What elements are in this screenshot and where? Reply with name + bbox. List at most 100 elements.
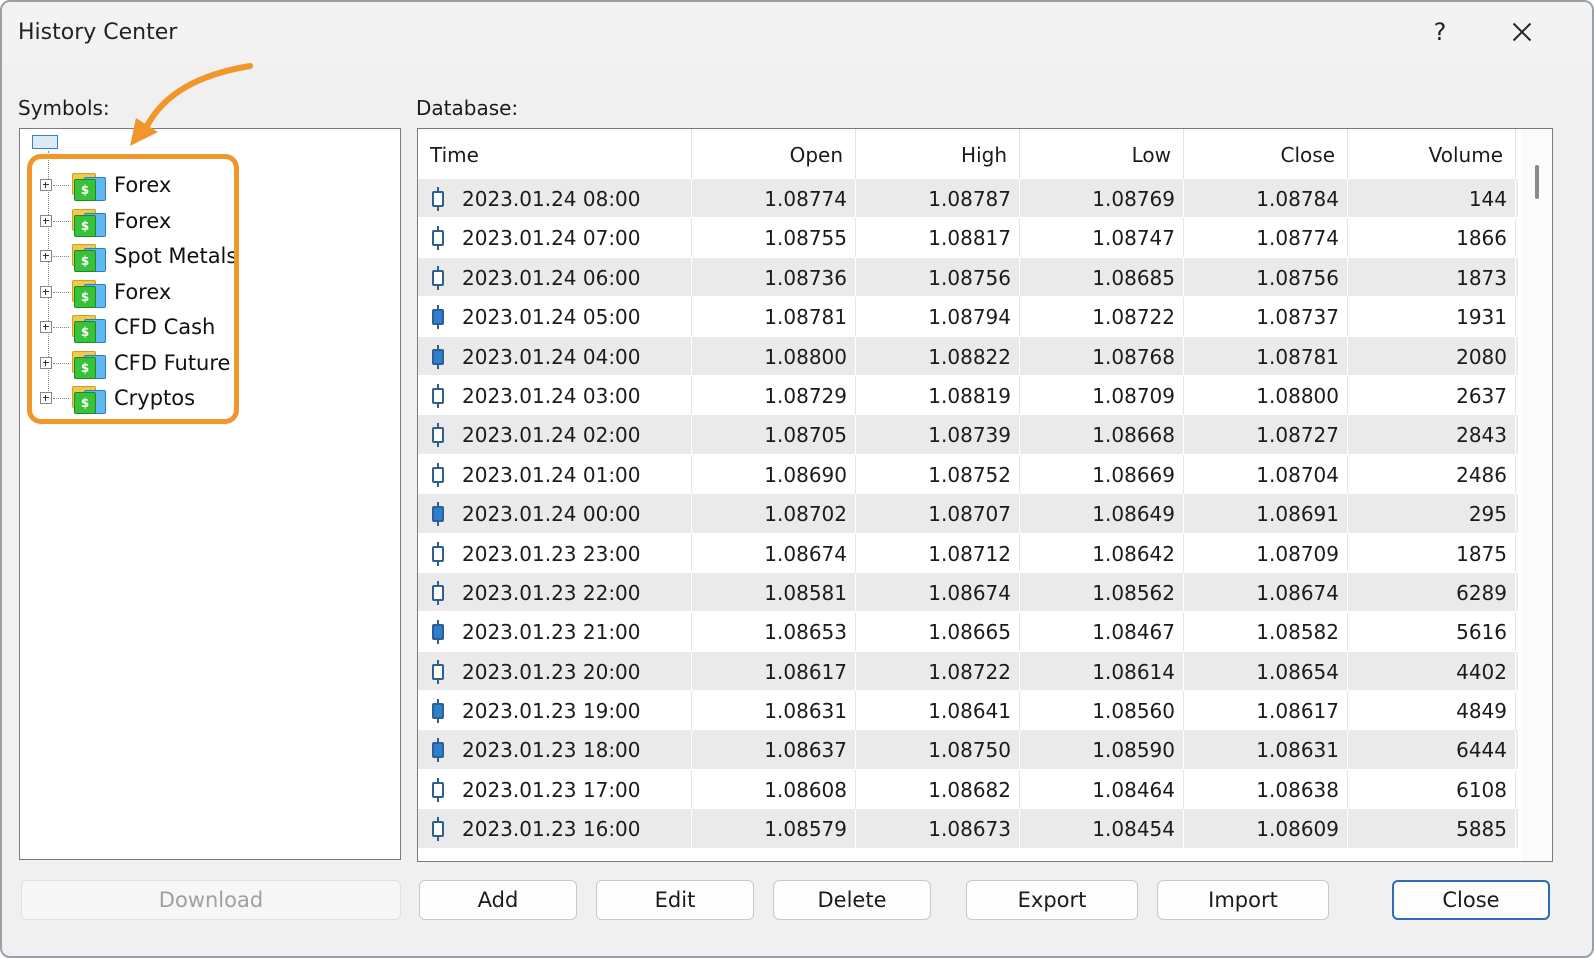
column-high[interactable]: High bbox=[856, 129, 1020, 179]
delete-button[interactable]: Delete bbox=[773, 880, 931, 920]
table-row[interactable]: 2023.01.24 00:00 1.08702 1.08707 1.08649 1.0… bbox=[418, 494, 1518, 534]
close-cell: 1.08800 bbox=[1184, 375, 1348, 415]
close-icon[interactable] bbox=[1502, 12, 1542, 52]
export-button[interactable]: Export bbox=[966, 880, 1138, 920]
table-row[interactable]: 2023.01.24 06:00 1.08736 1.08756 1.08685 1.0… bbox=[418, 257, 1518, 298]
table-row[interactable]: 2023.01.23 23:00 1.08674 1.08712 1.08642 1.0… bbox=[418, 533, 1518, 573]
time-value: 2023.01.23 19:00 bbox=[462, 699, 641, 724]
candle-icon bbox=[432, 699, 444, 724]
close-cell: 1.08704 bbox=[1184, 454, 1348, 494]
column-close[interactable]: Close bbox=[1184, 129, 1348, 179]
close-cell: 1.08709 bbox=[1184, 533, 1348, 573]
low-cell: 1.08669 bbox=[1020, 454, 1184, 494]
candle-icon bbox=[432, 423, 444, 448]
time-cell: 2023.01.24 03:00 bbox=[418, 375, 692, 415]
close-cell: 1.08582 bbox=[1184, 612, 1348, 652]
table-row[interactable]: 2023.01.23 22:00 1.08581 1.08674 1.08562 1.0… bbox=[418, 572, 1518, 613]
table-row[interactable]: 2023.01.24 04:00 1.08800 1.08822 1.08768 1.0… bbox=[418, 336, 1518, 376]
table-row[interactable]: 2023.01.24 03:00 1.08729 1.08819 1.08709 1.0… bbox=[418, 375, 1518, 416]
database-table[interactable]: Time Open High Low Close Volume 2023.01.… bbox=[417, 128, 1553, 862]
table-row[interactable]: 2023.01.24 08:00 1.08774 1.08787 1.08769 1.0… bbox=[418, 179, 1518, 219]
column-volume[interactable]: Volume bbox=[1348, 129, 1516, 179]
time-value: 2023.01.23 16:00 bbox=[462, 817, 641, 842]
download-button[interactable]: Download bbox=[21, 880, 401, 920]
vertical-scrollbar[interactable] bbox=[1522, 129, 1552, 861]
time-cell: 2023.01.24 02:00 bbox=[418, 415, 692, 455]
column-open[interactable]: Open bbox=[692, 129, 856, 179]
arrow-icon bbox=[130, 63, 253, 146]
candle-icon bbox=[432, 659, 444, 684]
close-cell: 1.08691 bbox=[1184, 494, 1348, 534]
low-cell: 1.08562 bbox=[1020, 572, 1184, 612]
open-cell: 1.08755 bbox=[692, 218, 856, 258]
close-cell: 1.08784 bbox=[1184, 179, 1348, 218]
volume-cell: 2080 bbox=[1348, 336, 1516, 376]
high-cell: 1.08752 bbox=[856, 454, 1020, 494]
high-cell: 1.08739 bbox=[856, 415, 1020, 455]
import-button[interactable]: Import bbox=[1157, 880, 1329, 920]
help-button[interactable]: ? bbox=[1420, 12, 1460, 52]
volume-cell: 1866 bbox=[1348, 218, 1516, 258]
low-cell: 1.08769 bbox=[1020, 179, 1184, 218]
candle-icon bbox=[432, 738, 444, 763]
candle-icon bbox=[432, 817, 444, 842]
candle-icon bbox=[432, 344, 444, 369]
close-button[interactable]: Close bbox=[1392, 880, 1550, 920]
time-cell: 2023.01.24 00:00 bbox=[418, 494, 692, 534]
time-cell: 2023.01.24 08:00 bbox=[418, 179, 692, 218]
low-cell: 1.08709 bbox=[1020, 375, 1184, 415]
low-cell: 1.08747 bbox=[1020, 218, 1184, 258]
time-cell: 2023.01.23 18:00 bbox=[418, 730, 692, 770]
close-cell: 1.08756 bbox=[1184, 257, 1348, 297]
history-center-window: History Center ? Symbols: Database: $ For… bbox=[0, 0, 1594, 958]
time-value: 2023.01.24 00:00 bbox=[462, 502, 641, 527]
open-cell: 1.08690 bbox=[692, 454, 856, 494]
high-cell: 1.08817 bbox=[856, 218, 1020, 258]
table-row[interactable]: 2023.01.24 02:00 1.08705 1.08739 1.08668 1.0… bbox=[418, 415, 1518, 455]
add-button[interactable]: Add bbox=[419, 880, 577, 920]
high-cell: 1.08787 bbox=[856, 179, 1020, 218]
time-cell: 2023.01.23 22:00 bbox=[418, 572, 692, 612]
time-value: 2023.01.24 06:00 bbox=[462, 265, 641, 290]
table-row[interactable]: 2023.01.23 17:00 1.08608 1.08682 1.08464 1.0… bbox=[418, 769, 1518, 810]
time-value: 2023.01.23 23:00 bbox=[462, 541, 641, 566]
open-cell: 1.08674 bbox=[692, 533, 856, 573]
high-cell: 1.08665 bbox=[856, 612, 1020, 652]
low-cell: 1.08642 bbox=[1020, 533, 1184, 573]
high-cell: 1.08641 bbox=[856, 691, 1020, 731]
time-value: 2023.01.24 02:00 bbox=[462, 423, 641, 448]
table-row[interactable]: 2023.01.24 01:00 1.08690 1.08752 1.08669 1.0… bbox=[418, 454, 1518, 495]
root-folder-icon[interactable] bbox=[32, 135, 58, 149]
table-row[interactable]: 2023.01.24 05:00 1.08781 1.08794 1.08722 1.0… bbox=[418, 297, 1518, 337]
low-cell: 1.08685 bbox=[1020, 257, 1184, 297]
volume-cell: 5616 bbox=[1348, 612, 1516, 652]
column-low[interactable]: Low bbox=[1020, 129, 1184, 179]
table-row[interactable]: 2023.01.23 20:00 1.08617 1.08722 1.08614 1.0… bbox=[418, 651, 1518, 692]
low-cell: 1.08454 bbox=[1020, 809, 1184, 849]
window-title: History Center bbox=[18, 20, 178, 45]
table-row[interactable]: 2023.01.23 18:00 1.08637 1.08750 1.08590 1.0… bbox=[418, 730, 1518, 770]
table-row[interactable]: 2023.01.23 21:00 1.08653 1.08665 1.08467 1.0… bbox=[418, 612, 1518, 652]
open-cell: 1.08608 bbox=[692, 769, 856, 809]
table-row[interactable]: 2023.01.24 07:00 1.08755 1.08817 1.08747 1.0… bbox=[418, 218, 1518, 258]
title-bar: History Center ? bbox=[2, 2, 1592, 64]
time-value: 2023.01.24 01:00 bbox=[462, 462, 641, 487]
table-row[interactable]: 2023.01.23 19:00 1.08631 1.08641 1.08560 1.0… bbox=[418, 691, 1518, 731]
table-row[interactable]: 2023.01.23 16:00 1.08579 1.08673 1.08454 1.0… bbox=[418, 809, 1518, 849]
high-cell: 1.08756 bbox=[856, 257, 1020, 297]
time-cell: 2023.01.23 19:00 bbox=[418, 691, 692, 731]
open-cell: 1.08729 bbox=[692, 375, 856, 415]
candle-icon bbox=[432, 383, 444, 408]
candle-icon bbox=[432, 502, 444, 527]
candle-icon bbox=[432, 462, 444, 487]
open-cell: 1.08702 bbox=[692, 494, 856, 534]
edit-button[interactable]: Edit bbox=[596, 880, 754, 920]
candle-icon bbox=[432, 265, 444, 290]
volume-cell: 4849 bbox=[1348, 691, 1516, 731]
column-time[interactable]: Time bbox=[418, 129, 692, 179]
time-cell: 2023.01.23 23:00 bbox=[418, 533, 692, 573]
database-label: Database: bbox=[416, 96, 519, 120]
time-cell: 2023.01.24 01:00 bbox=[418, 454, 692, 494]
scroll-thumb[interactable] bbox=[1535, 165, 1539, 199]
high-cell: 1.08819 bbox=[856, 375, 1020, 415]
